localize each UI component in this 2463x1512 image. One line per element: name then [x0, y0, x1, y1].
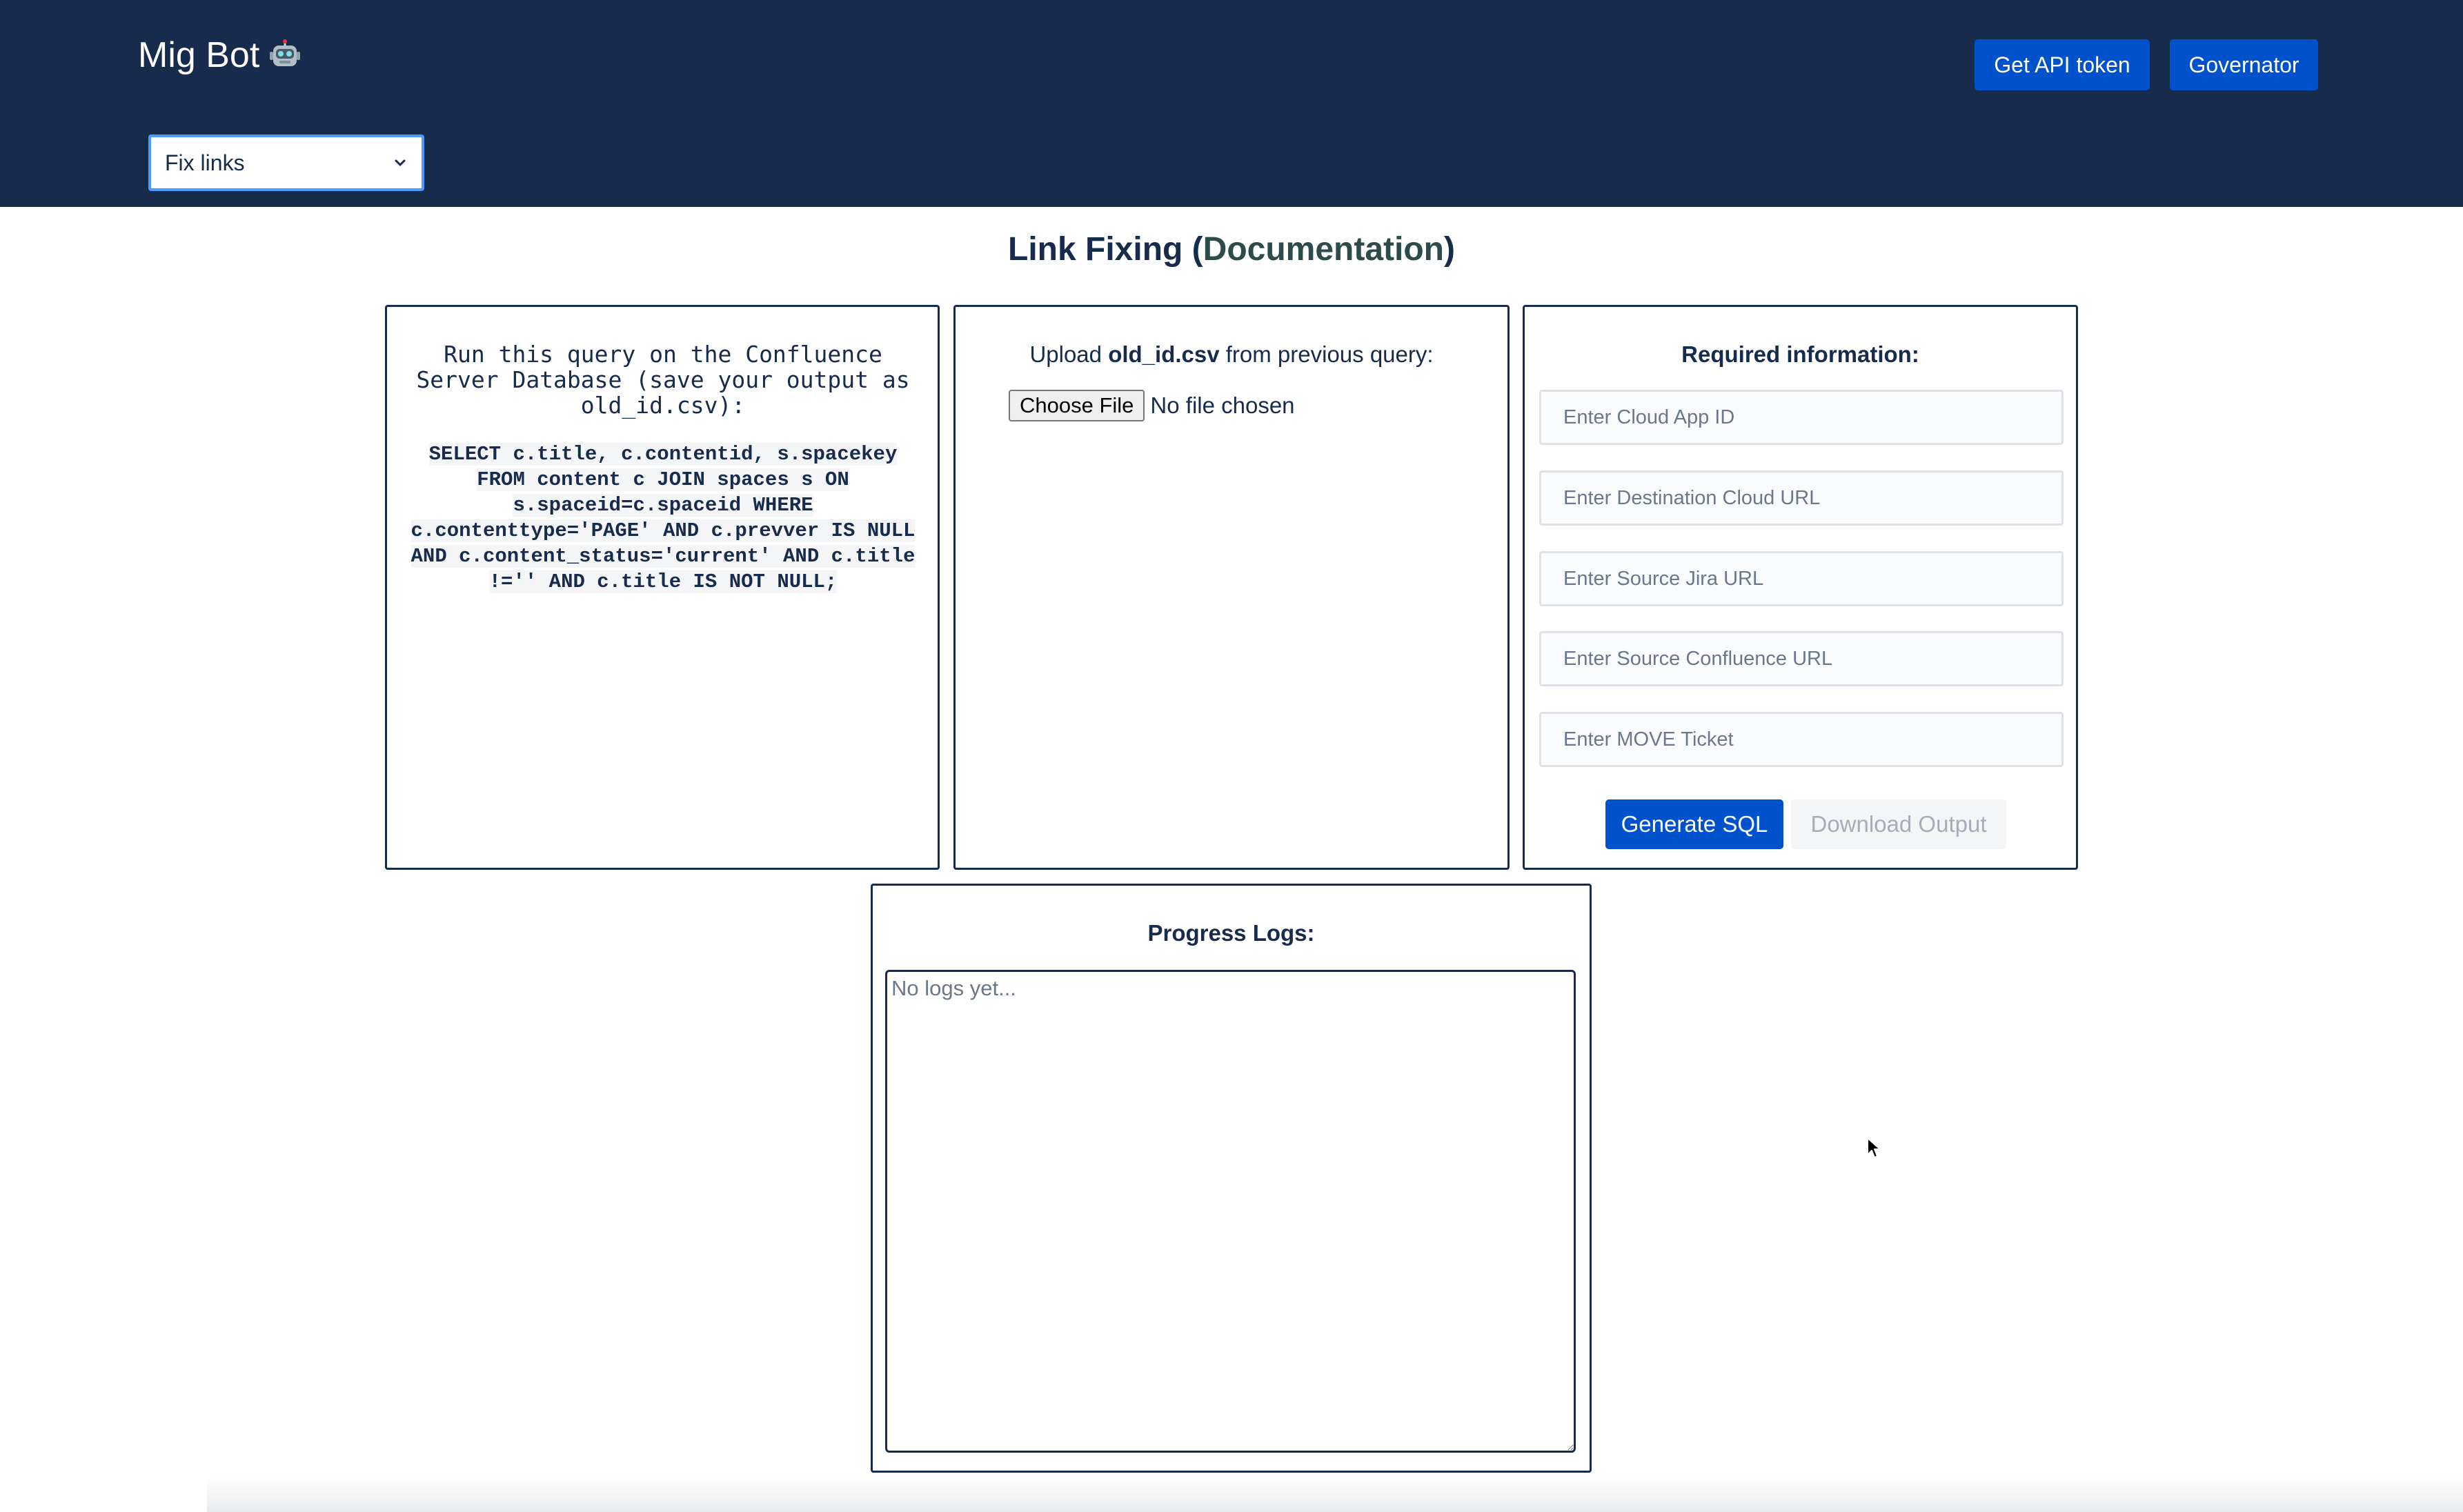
bottom-shadow	[207, 1476, 2463, 1512]
progress-logs-panel: Progress Logs:	[871, 884, 1592, 1473]
sql-line: !='' AND c.title IS NOT NULL;	[488, 570, 838, 593]
progress-logs-textarea[interactable]	[885, 970, 1576, 1453]
source-jira-url-input[interactable]	[1539, 551, 2064, 606]
tool-select[interactable]: Fix links	[148, 135, 424, 191]
move-ticket-input[interactable]	[1539, 712, 2064, 767]
documentation-link[interactable]: Documentation	[1203, 231, 1444, 268]
file-input: Choose File No file chosen	[1009, 390, 1295, 421]
page-title-prefix: Link Fixing (	[1008, 231, 1203, 268]
upload-label-suffix: from previous query:	[1219, 341, 1434, 367]
progress-logs-title: Progress Logs:	[1147, 920, 1315, 946]
upload-panel: Upload old_id.csv from previous query: C…	[953, 305, 1510, 870]
robot-icon	[270, 39, 301, 66]
upload-label: Upload old_id.csv from previous query:	[956, 341, 1507, 368]
chevron-down-icon	[395, 159, 406, 166]
upload-filename: old_id.csv	[1108, 341, 1220, 367]
tool-select-value: Fix links	[165, 150, 245, 175]
app-title: Mig Bot	[138, 35, 260, 75]
file-status: No file chosen	[1150, 392, 1295, 418]
sql-line: s.spaceid=c.spaceid WHERE	[513, 494, 813, 517]
sql-line: c.contenttype='PAGE' AND c.prevver IS NU…	[410, 519, 916, 542]
mouse-cursor-icon	[1867, 1137, 1881, 1158]
sql-line: SELECT c.title, c.contentid, s.spacekey	[428, 443, 898, 466]
query-instructions: Run this query on the Confluence Server …	[416, 341, 910, 419]
sql-query-code: SELECT c.title, c.contentid, s.spacekey …	[401, 441, 925, 595]
source-confluence-url-input[interactable]	[1539, 631, 2064, 686]
get-api-token-button[interactable]: Get API token	[1975, 39, 2150, 90]
required-info-title: Required information:	[1681, 341, 1919, 367]
sql-line: AND c.content_status='current' AND c.tit…	[410, 545, 916, 568]
governator-button[interactable]: Governator	[2170, 39, 2318, 90]
query-panel: Run this query on the Confluence Server …	[385, 305, 940, 870]
generate-sql-button[interactable]: Generate SQL	[1605, 799, 1783, 849]
download-output-button[interactable]: Download Output	[1791, 799, 2006, 849]
page-title-suffix: )	[1444, 231, 1455, 268]
page-title: Link Fixing (Documentation)	[0, 230, 2463, 268]
sql-line: FROM content c JOIN spaces s ON	[477, 468, 849, 491]
upload-label-prefix: Upload	[1029, 341, 1109, 367]
choose-file-button[interactable]: Choose File	[1009, 390, 1145, 421]
top-header: Mig Bot Get API token Governator Fix lin…	[0, 0, 2463, 207]
required-info-panel: Required information: Generate SQL Downl…	[1523, 305, 2078, 870]
destination-cloud-url-input[interactable]	[1539, 470, 2064, 526]
brand: Mig Bot	[138, 30, 301, 80]
cloud-app-id-input[interactable]	[1539, 390, 2064, 445]
